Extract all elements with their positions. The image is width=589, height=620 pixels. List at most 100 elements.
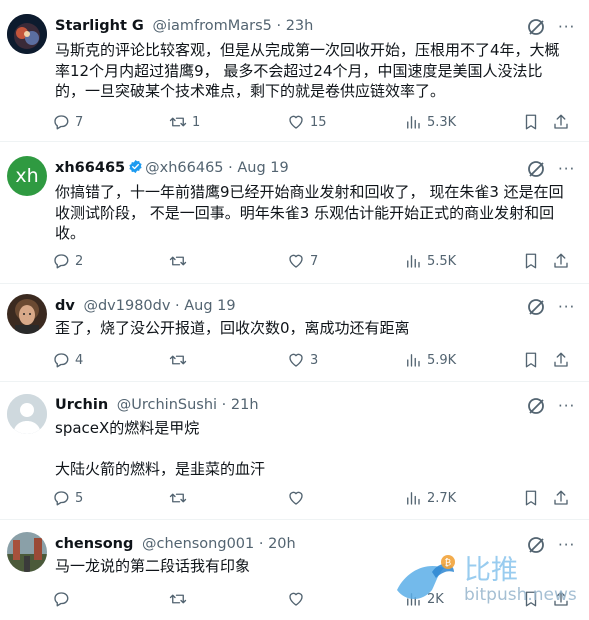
grok-icon[interactable] xyxy=(526,17,546,37)
more-options-icon[interactable]: ··· xyxy=(558,18,575,36)
views-button[interactable]: 5.5K xyxy=(404,250,456,272)
more-options-icon[interactable]: ··· xyxy=(558,397,575,415)
display-name[interactable]: dv xyxy=(55,298,75,314)
bookmark-icon xyxy=(525,253,537,269)
repost-button[interactable] xyxy=(169,487,187,509)
display-name[interactable]: xh66465 xyxy=(55,160,125,176)
tweet[interactable]: Urchin @UrchinSushi · 21h ··· spaceX的燃料是… xyxy=(0,382,589,520)
share-icon xyxy=(554,490,568,505)
views-icon xyxy=(407,255,420,268)
handle-time[interactable]: @UrchinSushi · 21h xyxy=(117,397,259,413)
bookmark-icon xyxy=(525,490,537,506)
repost-icon xyxy=(169,256,187,266)
handle-time[interactable]: @xh66465 · Aug 19 xyxy=(145,160,289,176)
reply-button[interactable]: 7 xyxy=(52,111,83,133)
display-name[interactable]: chensong xyxy=(55,536,133,552)
grok-icon[interactable] xyxy=(526,297,546,317)
reply-button[interactable] xyxy=(52,588,70,610)
tweet-header: dv @dv1980dv · Aug 19 xyxy=(55,297,236,315)
views-icon xyxy=(407,492,420,505)
svg-text:₿: ₿ xyxy=(445,558,452,569)
grok-icon[interactable] xyxy=(526,159,546,179)
reply-icon xyxy=(54,592,69,607)
like-button[interactable] xyxy=(287,588,305,610)
tweet[interactable]: xh xh66465 @xh66465 · Aug 19 ··· 你搞错了，十一年… xyxy=(0,142,589,284)
handle-time[interactable]: @iamfromMars5 · 23h xyxy=(152,18,313,34)
grok-icon[interactable] xyxy=(526,396,546,416)
views-button[interactable]: 2.7K xyxy=(404,487,456,509)
tweet[interactable]: Starlight G @iamfromMars5 · 23h ··· 马斯克的… xyxy=(0,0,589,142)
share-button[interactable] xyxy=(552,487,570,509)
heart-icon xyxy=(289,491,303,505)
repost-icon xyxy=(169,594,187,604)
share-icon xyxy=(554,253,568,268)
more-options-icon[interactable]: ··· xyxy=(558,160,575,178)
tweet-text-line: spaceX的燃料是甲烷 xyxy=(55,419,200,437)
watermark-en: bitpush.news xyxy=(464,585,577,605)
like-button[interactable]: 15 xyxy=(287,111,327,133)
share-button[interactable] xyxy=(552,111,570,133)
tweet[interactable]: dv @dv1980dv · Aug 19 ··· 歪了，烧了没公开报道，回收次… xyxy=(0,284,589,382)
avatar[interactable] xyxy=(7,14,47,54)
tweet-text: 歪了，烧了没公开报道，回收次数0，离成功还有距离 xyxy=(55,319,410,337)
repost-button[interactable] xyxy=(169,588,187,610)
bookmark-button[interactable] xyxy=(522,250,540,272)
bitpush-watermark: ₿ 比推 bitpush.news xyxy=(392,545,587,620)
handle-time[interactable]: @chensong001 · 20h xyxy=(142,536,296,552)
handle-time[interactable]: @dv1980dv · Aug 19 xyxy=(83,298,235,314)
verified-badge-icon xyxy=(129,159,142,174)
repost-icon xyxy=(169,493,187,503)
avatar-initials: xh xyxy=(15,165,39,187)
display-name[interactable]: Urchin xyxy=(55,397,108,413)
bookmark-icon xyxy=(525,352,537,368)
share-icon xyxy=(554,114,568,129)
repost-button[interactable]: 1 xyxy=(169,111,200,133)
views-icon xyxy=(407,354,420,367)
like-button[interactable]: 3 xyxy=(287,349,318,371)
action-bar: 5 2.7K xyxy=(52,487,582,509)
bird-logo-icon: ₿ xyxy=(397,555,455,599)
reply-button[interactable]: 2 xyxy=(52,250,83,272)
bookmark-button[interactable] xyxy=(522,111,540,133)
like-button[interactable] xyxy=(287,487,305,509)
reply-icon xyxy=(54,491,69,506)
reply-icon xyxy=(54,115,69,130)
tweet-header: chensong @chensong001 · 20h xyxy=(55,535,296,553)
action-bar: 4 3 5.9K xyxy=(52,349,582,371)
watermark-cn: 比推 xyxy=(464,555,518,586)
avatar[interactable]: xh xyxy=(7,156,47,196)
repost-button[interactable] xyxy=(169,250,187,272)
more-options-icon[interactable]: ··· xyxy=(558,298,575,316)
reply-button[interactable]: 5 xyxy=(52,487,83,509)
tweet-text: 马斯克的评论比较客观，但是从完成第一次回收开始，压根用不了4年，大概率12个月内… xyxy=(55,41,560,100)
avatar[interactable] xyxy=(7,532,47,572)
reply-button[interactable]: 4 xyxy=(52,349,83,371)
views-button[interactable]: 5.9K xyxy=(404,349,456,371)
views-icon xyxy=(407,116,420,129)
tweet-header: xh66465 @xh66465 · Aug 19 xyxy=(55,159,289,177)
bookmark-button[interactable] xyxy=(522,349,540,371)
heart-icon xyxy=(289,353,303,367)
share-button[interactable] xyxy=(552,349,570,371)
reply-icon xyxy=(54,353,69,368)
tweet-text: 你搞错了，十一年前猎鹰9已经开始商业发射和回收了， 现在朱雀3 还是在回收测试阶… xyxy=(55,183,564,242)
heart-icon xyxy=(289,254,303,268)
action-bar: 2 7 5.5K xyxy=(52,250,582,272)
like-button[interactable]: 7 xyxy=(287,250,318,272)
heart-icon xyxy=(289,592,303,606)
avatar[interactable] xyxy=(7,394,47,434)
repost-icon xyxy=(169,117,187,127)
action-bar: 7 1 15 5.3K xyxy=(52,111,582,133)
bookmark-icon xyxy=(525,114,537,130)
avatar[interactable] xyxy=(7,294,47,334)
share-icon xyxy=(554,352,568,367)
bookmark-button[interactable] xyxy=(522,487,540,509)
views-button[interactable]: 5.3K xyxy=(404,111,456,133)
share-button[interactable] xyxy=(552,250,570,272)
reply-icon xyxy=(54,254,69,269)
tweet-text: spaceX的燃料是甲烷 大陆火箭的燃料，是韭菜的血汗 xyxy=(55,418,570,479)
repost-button[interactable] xyxy=(169,349,187,371)
repost-icon xyxy=(169,355,187,365)
tweet-header: Urchin @UrchinSushi · 21h xyxy=(55,396,259,414)
display-name[interactable]: Starlight G xyxy=(55,18,144,34)
